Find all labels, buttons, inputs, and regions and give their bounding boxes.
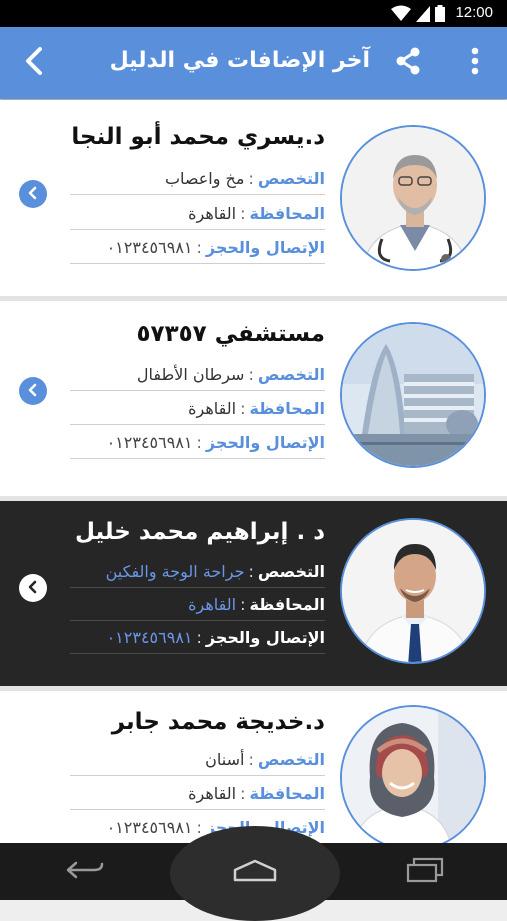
system-nav-bar (0, 826, 507, 921)
overflow-menu-button[interactable] (458, 27, 492, 99)
specialty-label: التخصص (257, 562, 325, 581)
governorate-value: القاهرة (188, 784, 237, 803)
contact-label: الإتصال والحجز (205, 238, 325, 257)
contact-label: الإتصال والحجز (205, 433, 325, 452)
governorate-label: المحافظة (249, 595, 325, 614)
contact-row[interactable]: الإتصال والحجز:٠١٢٣٤٥٦٩٨١ (70, 428, 325, 459)
status-bar: 12:00 (0, 0, 507, 27)
chevron-left-icon (27, 382, 39, 401)
governorate-value: القاهرة (188, 204, 237, 223)
phone-number[interactable]: ٠١٢٣٤٥٦٩٨١ (107, 238, 193, 257)
app-bar: آخر الإضافات في الدليل (0, 27, 507, 99)
governorate-value: القاهرة (188, 595, 237, 614)
nav-back-button[interactable] (55, 843, 115, 900)
listing-card[interactable]: د.خديجة محمد جابر التخصص:أسنان المحافظة:… (0, 691, 507, 843)
colon: : (196, 238, 202, 257)
recents-icon (404, 857, 446, 887)
governorate-row: المحافظة:القاهرة (70, 199, 325, 230)
specialty-row: التخصص:مخ واعصاب (70, 164, 325, 195)
specialty-row: التخصص:جراحة الوجة والفكين (70, 557, 325, 588)
governorate-label: المحافظة (249, 399, 325, 418)
listing-name: د . إبراهيم محمد خليل (74, 519, 325, 545)
doctor-photo (340, 518, 486, 664)
home-icon (231, 858, 279, 886)
contact-label: الإتصال والحجز (205, 628, 325, 647)
governorate-label: المحافظة (249, 204, 325, 223)
cell-signal-icon (416, 5, 430, 26)
governorate-row: المحافظة:القاهرة (70, 590, 325, 621)
wifi-icon (390, 5, 412, 26)
governorate-label: المحافظة (249, 784, 325, 803)
share-button[interactable] (386, 27, 430, 99)
specialty-value: أسنان (205, 750, 245, 769)
listing-list[interactable]: د.يسري محمد أبو النجا التخصص:مخ واعصاب ا… (0, 100, 507, 843)
colon: : (248, 169, 254, 188)
nav-home-button[interactable] (223, 843, 287, 900)
open-details-button[interactable] (19, 574, 47, 602)
doctor-photo (340, 705, 486, 843)
listing-name: د.خديجة محمد جابر (111, 709, 325, 735)
colon: : (196, 628, 202, 647)
chevron-left-icon (27, 579, 39, 598)
colon: : (240, 204, 246, 223)
colon: : (248, 365, 254, 384)
phone-number[interactable]: ٠١٢٣٤٥٦٩٨١ (107, 628, 193, 647)
listing-name: مستشفي ٥٧٣٥٧ (136, 321, 325, 347)
listing-card[interactable]: مستشفي ٥٧٣٥٧ التخصص:سرطان الأطفال المحاف… (0, 301, 507, 501)
contact-row[interactable]: الإتصال والحجز:٠١٢٣٤٥٦٩٨١ (70, 233, 325, 264)
contact-row[interactable]: الإتصال والحجز:٠١٢٣٤٥٦٩٨١ (70, 623, 325, 654)
colon: : (240, 399, 246, 418)
listing-name: د.يسري محمد أبو النجا (71, 124, 325, 150)
colon: : (196, 433, 202, 452)
colon: : (240, 784, 246, 803)
open-details-button[interactable] (19, 180, 47, 208)
specialty-label: التخصص (257, 365, 325, 384)
colon: : (240, 595, 246, 614)
doctor-photo (340, 125, 486, 271)
specialty-row: التخصص:أسنان (70, 745, 325, 776)
specialty-label: التخصص (257, 169, 325, 188)
share-icon (393, 46, 423, 80)
colon: : (196, 818, 202, 837)
back-button[interactable] (14, 27, 54, 99)
colon: : (248, 750, 254, 769)
specialty-value: مخ واعصاب (164, 169, 245, 188)
listing-card[interactable]: د.يسري محمد أبو النجا التخصص:مخ واعصاب ا… (0, 100, 507, 301)
chevron-left-icon (27, 185, 39, 204)
phone-number[interactable]: ٠١٢٣٤٥٦٩٨١ (107, 818, 193, 837)
page-title: آخر الإضافات في الدليل (109, 48, 370, 73)
nav-recents-button[interactable] (395, 843, 455, 900)
specialty-value: سرطان الأطفال (136, 365, 245, 384)
battery-icon (435, 5, 445, 26)
governorate-value: القاهرة (188, 399, 237, 418)
back-arrow-icon (64, 859, 106, 885)
specialty-value: جراحة الوجة والفكين (105, 562, 245, 581)
specialty-row: التخصص:سرطان الأطفال (70, 360, 325, 391)
specialty-label: التخصص (257, 750, 325, 769)
governorate-row: المحافظة:القاهرة (70, 394, 325, 425)
status-time: 12:00 (455, 4, 493, 21)
more-vert-icon (471, 46, 479, 80)
colon: : (248, 562, 254, 581)
governorate-row: المحافظة:القاهرة (70, 779, 325, 810)
open-details-button[interactable] (19, 377, 47, 405)
phone-number[interactable]: ٠١٢٣٤٥٦٩٨١ (107, 433, 193, 452)
hospital-photo (340, 322, 486, 468)
chevron-left-icon (24, 46, 44, 80)
listing-card-selected[interactable]: د . إبراهيم محمد خليل التخصص:جراحة الوجة… (0, 501, 507, 691)
